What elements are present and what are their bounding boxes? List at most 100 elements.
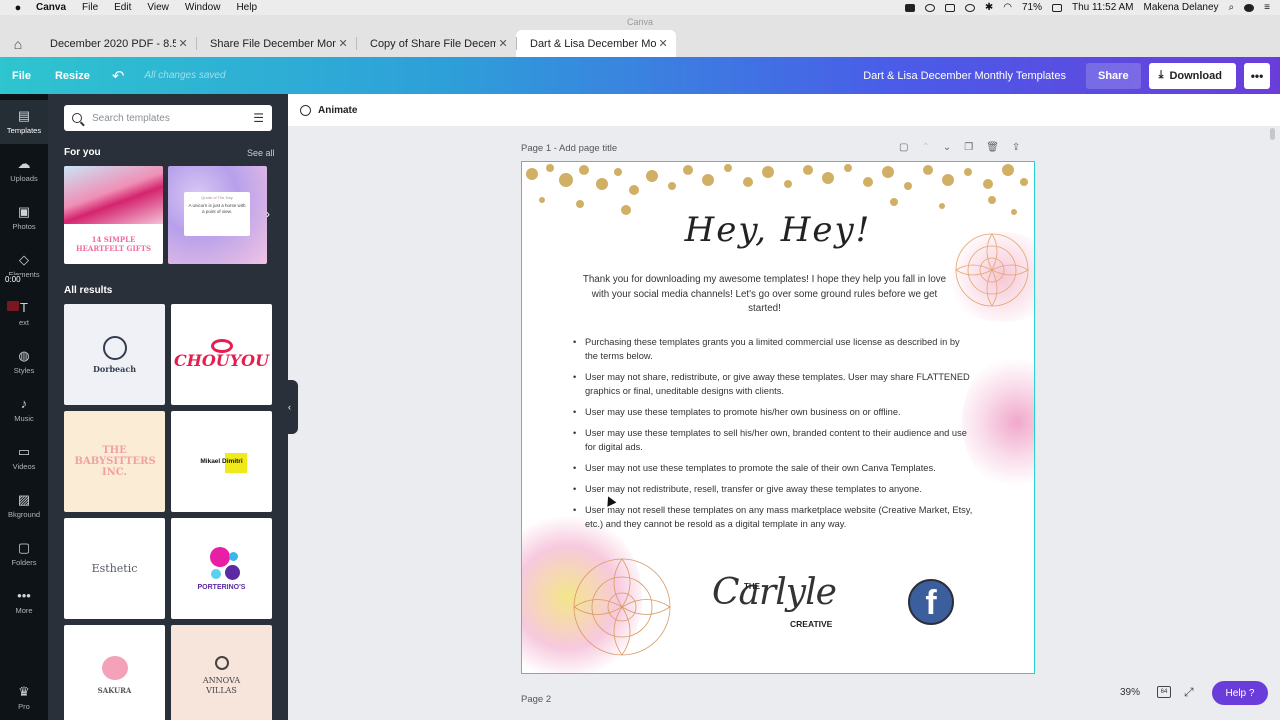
close-icon[interactable]: ✕ [176, 37, 190, 50]
rail-videos[interactable]: ▭ Videos [0, 436, 48, 480]
duplicate-page-icon[interactable]: ❐ [964, 142, 973, 153]
rules-list[interactable]: Purchasing these templates grants you a … [573, 335, 975, 538]
user-name[interactable]: Makena Delaney [1144, 2, 1219, 13]
rail-more[interactable]: ••• More [0, 580, 48, 624]
list-item: Purchasing these templates grants you a … [573, 335, 975, 363]
rail-folders[interactable]: ▢ Folders [0, 532, 48, 576]
menu-help[interactable]: Help [236, 2, 257, 13]
template-card-dorbeach[interactable]: Dorbeach [64, 304, 165, 405]
logo-script: Carlyle [712, 572, 837, 613]
close-icon[interactable]: ✕ [336, 37, 350, 50]
logo-creative: CREATIVE [790, 619, 833, 629]
display-icon[interactable] [944, 3, 955, 12]
record-icon[interactable] [904, 3, 915, 12]
close-icon[interactable]: ✕ [656, 37, 670, 50]
rail-music[interactable]: ♪ Music [0, 388, 48, 432]
page-2-title[interactable]: Page 2 [521, 694, 551, 705]
heading[interactable]: Hey, Hey! [522, 210, 1034, 250]
carlyle-creative-logo[interactable]: Carlyle THE CREATIVE [712, 572, 842, 632]
spotlight-search-icon[interactable]: ⌕ [1229, 2, 1235, 13]
home-icon[interactable]: ⌂ [0, 30, 36, 57]
rail-background[interactable]: ▨ Bkground [0, 484, 48, 528]
time-machine-icon[interactable] [964, 3, 975, 12]
bluetooth-icon[interactable]: ✱ [985, 2, 993, 13]
file-menu-button[interactable]: File [0, 57, 43, 94]
rail-label: Uploads [10, 174, 38, 183]
delete-page-icon[interactable]: 🗑︎ [986, 142, 999, 153]
add-page-icon[interactable]: ⇪ [1012, 142, 1020, 153]
download-button[interactable]: ⤓ Download [1148, 62, 1236, 89]
toolbar-right: Dart & Lisa December Monthly Templates S… [863, 62, 1280, 89]
tab-copy-share-file[interactable]: Copy of Share File December ✕ [356, 30, 516, 57]
filter-sliders-icon[interactable]: ☰ [253, 111, 264, 125]
wifi-icon[interactable]: ◠ [1003, 2, 1012, 13]
clock[interactable]: Thu 11:52 AM [1072, 2, 1134, 13]
rail-templates[interactable]: ▤ Templates [0, 100, 48, 144]
rail-uploads[interactable]: ☁ Uploads [0, 148, 48, 192]
template-card-porterinos[interactable]: PORTERINO'S [171, 518, 272, 619]
quote-subtitle: Quote of The Day [201, 195, 233, 200]
page-grid-icon[interactable]: 64 [1157, 686, 1171, 698]
search-bar[interactable]: ☰ [64, 105, 272, 131]
list-item: User may not share, redistribute, or giv… [573, 370, 975, 398]
menu-window[interactable]: Window [185, 2, 221, 13]
animate-button[interactable]: Animate [318, 105, 357, 116]
collapse-panel-button[interactable]: ‹ [281, 380, 298, 434]
document-title[interactable]: Dart & Lisa December Monthly Templates [863, 70, 1066, 82]
resize-button[interactable]: Resize [43, 57, 102, 94]
intro-text[interactable]: Thank you for downloading my awesome tem… [582, 273, 947, 317]
music-note-icon: ♪ [20, 396, 28, 411]
rail-styles[interactable]: ◍ Styles [0, 340, 48, 384]
template-card-esthetic[interactable]: Esthetic [64, 518, 165, 619]
design-page[interactable]: Hey, Hey! Thank you for downloading my a… [521, 161, 1035, 674]
help-button[interactable]: Help ? [1212, 681, 1268, 705]
tab-dart-lisa[interactable]: Dart & Lisa December Monthl ✕ [516, 30, 676, 57]
status-area: ✱ ◠ 71% Thu 11:52 AM Makena Delaney ⌕ ≡ [904, 2, 1280, 13]
tab-share-file[interactable]: Share File December Monthl ✕ [196, 30, 356, 57]
list-item: User may use these templates to sell his… [573, 426, 975, 454]
apple-icon[interactable]: ● [0, 2, 36, 14]
recording-indicator[interactable] [7, 301, 19, 311]
card-title: ANNOVA VILLAS [202, 675, 241, 695]
facebook-icon[interactable]: f [908, 579, 954, 625]
template-card-babysitters[interactable]: THE BABYSITTERS INC. [64, 411, 165, 512]
photo-icon: ▣ [17, 204, 31, 219]
share-button[interactable]: Share [1085, 62, 1141, 89]
tab-december-pdf[interactable]: December 2020 PDF - 8.5 × 1 ✕ [36, 30, 196, 57]
template-card-chouyou[interactable]: CHOUYOU [171, 304, 272, 405]
battery-icon[interactable] [1051, 3, 1062, 12]
rail-photos[interactable]: ▣ Photos [0, 196, 48, 240]
undo-icon[interactable]: ↶ [102, 67, 135, 85]
notes-icon[interactable]: ▢ [899, 142, 908, 153]
notification-list-icon[interactable]: ≡ [1264, 2, 1270, 13]
template-card-sakura[interactable]: SAKURA [64, 625, 165, 720]
more-options-button[interactable]: ••• [1244, 62, 1270, 89]
battery-percent[interactable]: 71% [1022, 2, 1042, 13]
menu-edit[interactable]: Edit [114, 2, 131, 13]
menu-app-name[interactable]: Canva [36, 2, 66, 13]
zoom-level[interactable]: 39% [1120, 687, 1140, 698]
list-item: User may not resell these templates on a… [573, 503, 975, 531]
fullscreen-icon[interactable]: ⤢ [1184, 685, 1194, 700]
menu-view[interactable]: View [147, 2, 169, 13]
featured-template-gifts[interactable]: 14 SIMPLE HEARTFELT GIFTS [64, 166, 163, 264]
siri-icon[interactable] [1244, 3, 1255, 12]
page-title[interactable]: Page 1 - Add page title [521, 143, 617, 154]
chevron-up-icon[interactable]: ⌃ [921, 142, 929, 153]
template-card-annova[interactable]: ANNOVA VILLAS [171, 625, 272, 720]
see-all-link[interactable]: See all [247, 148, 275, 158]
chevron-right-icon[interactable]: › [261, 207, 275, 221]
rail-pro[interactable]: ♛ Pro [0, 676, 48, 720]
search-input[interactable] [92, 112, 254, 124]
close-icon[interactable]: ✕ [496, 37, 510, 50]
card-title: SAKURA [97, 686, 132, 695]
menu-file[interactable]: File [82, 2, 98, 13]
template-card-mikael[interactable]: Mikael Dimitri [171, 411, 272, 512]
dorbeach-logo-icon [102, 335, 127, 360]
rail-text[interactable]: T ext [0, 292, 48, 336]
scrollbar[interactable] [1270, 128, 1275, 140]
chevron-down-icon[interactable]: ⌄ [943, 142, 951, 153]
featured-template-unicorn[interactable]: Quote of The Day A unicorn is just a hor… [168, 166, 267, 264]
settings-icon[interactable] [924, 3, 935, 12]
folder-icon: ▢ [17, 540, 31, 555]
